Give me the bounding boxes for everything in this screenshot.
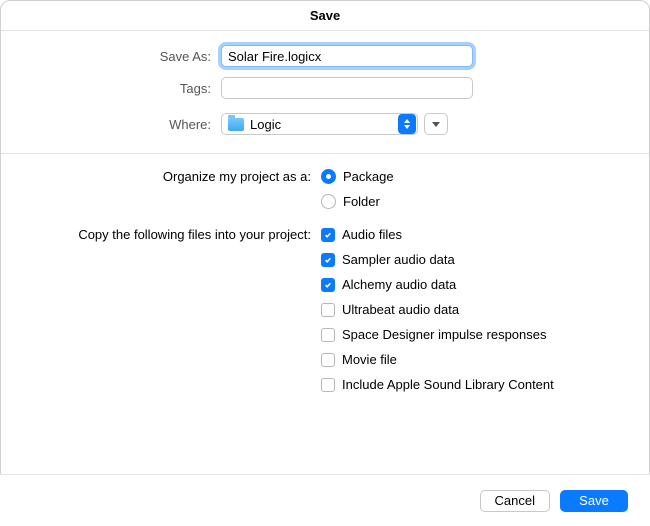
organize-label: Organize my project as a: [1, 169, 321, 184]
checkbox-space-designer-label: Space Designer impulse responses [342, 327, 547, 342]
checkbox-ultrabeat-audio[interactable] [321, 303, 335, 317]
radio-package[interactable] [321, 169, 336, 184]
save-as-input[interactable] [221, 45, 473, 67]
where-value: Logic [250, 117, 398, 132]
checkbox-apple-sound-library-label: Include Apple Sound Library Content [342, 377, 554, 392]
save-button[interactable]: Save [560, 490, 628, 512]
where-label: Where: [31, 117, 221, 132]
tags-input[interactable] [221, 77, 473, 99]
popup-stepper-icon [398, 114, 416, 134]
radio-folder[interactable] [321, 194, 336, 209]
radio-package-label: Package [343, 169, 394, 184]
dialog-title: Save [1, 1, 649, 31]
checkbox-space-designer[interactable] [321, 328, 335, 342]
checkbox-apple-sound-library[interactable] [321, 378, 335, 392]
checkbox-alchemy-audio-label: Alchemy audio data [342, 277, 456, 292]
chevron-down-icon [432, 122, 440, 127]
copy-label: Copy the following files into your proje… [1, 227, 321, 242]
radio-folder-label: Folder [343, 194, 380, 209]
where-popup[interactable]: Logic [221, 113, 418, 135]
checkbox-movie-file-label: Movie file [342, 352, 397, 367]
expand-disclosure-button[interactable] [424, 113, 448, 135]
checkbox-alchemy-audio[interactable] [321, 278, 335, 292]
save-as-label: Save As: [31, 49, 221, 64]
checkbox-movie-file[interactable] [321, 353, 335, 367]
cancel-button[interactable]: Cancel [480, 490, 550, 512]
folder-icon [228, 118, 244, 131]
checkbox-ultrabeat-audio-label: Ultrabeat audio data [342, 302, 459, 317]
checkbox-sampler-audio-label: Sampler audio data [342, 252, 455, 267]
checkbox-audio-files-label: Audio files [342, 227, 402, 242]
tags-label: Tags: [31, 81, 221, 96]
checkbox-sampler-audio[interactable] [321, 253, 335, 267]
checkbox-audio-files[interactable] [321, 228, 335, 242]
